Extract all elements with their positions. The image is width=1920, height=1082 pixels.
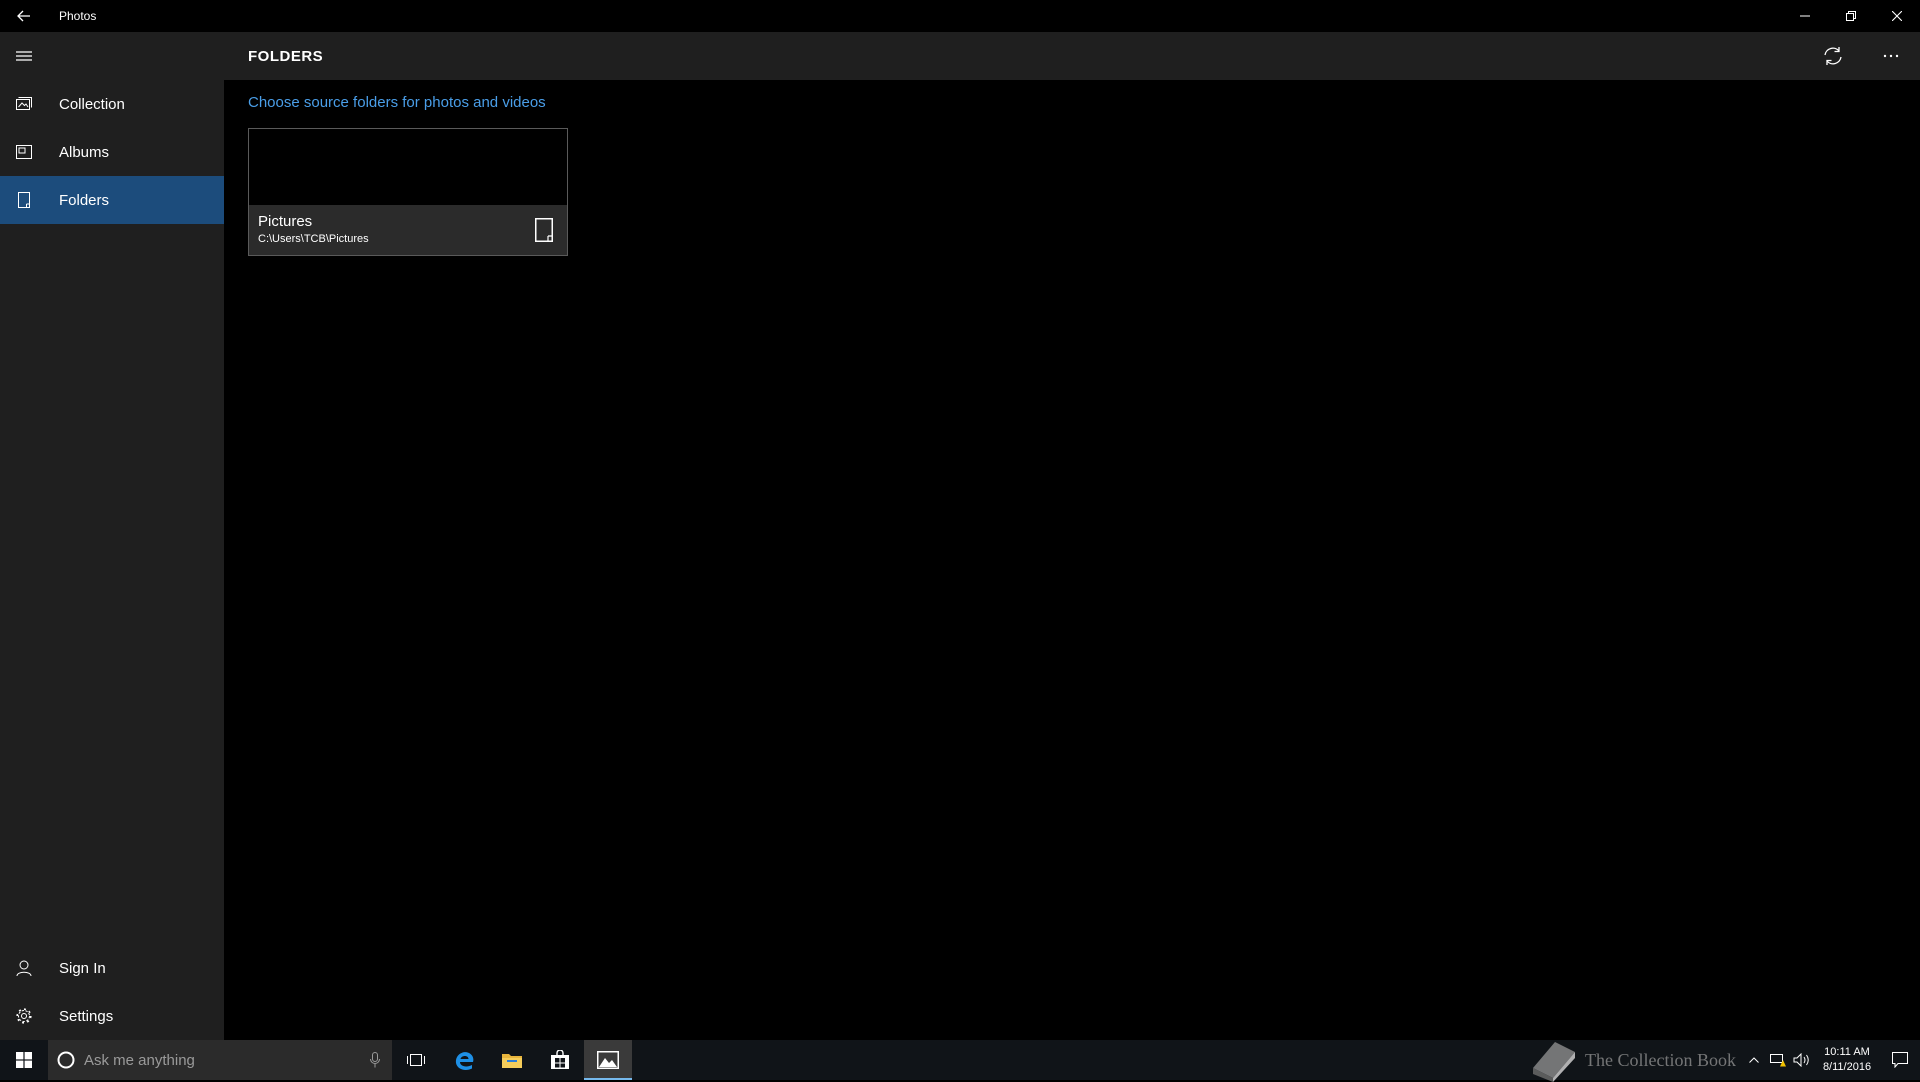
sidebar-item-label: Sign In [59, 959, 106, 977]
albums-icon [0, 128, 48, 176]
volume-control[interactable] [1790, 1040, 1814, 1080]
start-button[interactable] [0, 1040, 48, 1080]
edge-browser-icon [455, 1052, 474, 1070]
taskbar-photos[interactable] [584, 1040, 632, 1080]
title-bar: Photos [0, 0, 1920, 32]
minimize-icon [1800, 15, 1810, 17]
sidebar: Collection Albums Folders Sign In Settin… [0, 32, 224, 1040]
watermark: The Collection Book [1529, 1038, 1736, 1082]
more-options-button[interactable] [1862, 32, 1920, 80]
sidebar-item-sign-in[interactable]: Sign In [0, 944, 224, 992]
microphone-icon[interactable] [358, 1052, 392, 1068]
action-center-button[interactable] [1880, 1040, 1920, 1080]
sidebar-item-label: Settings [59, 1007, 114, 1025]
system-tray: The Collection Book 10:11 AM 8/11/2016 [1529, 1038, 1920, 1082]
taskbar-search-box[interactable]: Ask me anything [48, 1040, 392, 1080]
taskbar-file-explorer[interactable] [488, 1040, 536, 1080]
hamburger-menu-button[interactable] [0, 40, 48, 72]
close-button[interactable] [1874, 0, 1920, 32]
refresh-icon [1824, 47, 1842, 65]
action-center-icon [1892, 1052, 1908, 1068]
sidebar-item-label: Collection [59, 95, 125, 113]
sidebar-item-albums[interactable]: Albums [0, 128, 224, 176]
photos-app-icon [597, 1051, 619, 1069]
windows-logo-icon [16, 1052, 32, 1068]
taskbar-edge[interactable] [440, 1040, 488, 1080]
clock-time: 10:11 AM [1824, 1046, 1870, 1058]
folder-path: C:\Users\TCB\Pictures [258, 233, 369, 245]
folder-tile-icon [535, 218, 553, 242]
chevron-up-icon [1749, 1057, 1759, 1063]
clock-date: 8/11/2016 [1822, 1061, 1872, 1073]
gear-icon [0, 992, 48, 1040]
speaker-icon [1793, 1053, 1809, 1067]
taskbar: Ask me anything The Collection Book 10:1… [0, 1038, 1920, 1082]
page-header: FOLDERS [224, 32, 1920, 80]
close-icon [1892, 11, 1902, 21]
restore-icon [1846, 11, 1856, 21]
remove-folder-button[interactable] [533, 217, 555, 243]
folder-card[interactable]: Pictures C:\Users\TCB\Pictures [248, 128, 568, 256]
file-explorer-icon [502, 1054, 522, 1068]
task-view-button[interactable] [392, 1040, 440, 1080]
folder-thumbnail [249, 129, 567, 205]
folder-name: Pictures [258, 213, 313, 230]
back-button[interactable] [0, 0, 48, 32]
ellipsis-icon [1883, 54, 1899, 58]
sidebar-item-label: Folders [59, 191, 110, 209]
task-view-icon [407, 1054, 425, 1066]
taskbar-store[interactable] [536, 1040, 584, 1080]
hamburger-icon [16, 51, 32, 61]
store-bag-icon [551, 1050, 569, 1069]
sidebar-item-folders[interactable]: Folders [0, 176, 224, 224]
watermark-text: The Collection Book [1585, 1049, 1736, 1070]
sidebar-item-collection[interactable]: Collection [0, 80, 224, 128]
sidebar-item-settings[interactable]: Settings [0, 992, 224, 1040]
collection-icon [0, 80, 48, 128]
choose-source-folders-link[interactable]: Choose source folders for photos and vid… [248, 94, 546, 111]
book-logo-icon [1533, 1042, 1576, 1082]
refresh-button[interactable] [1804, 32, 1862, 80]
page-title: FOLDERS [248, 47, 324, 65]
folder-info: Pictures C:\Users\TCB\Pictures [249, 205, 567, 255]
network-status[interactable] [1766, 1040, 1790, 1080]
minimize-button[interactable] [1782, 0, 1828, 32]
person-icon [0, 944, 48, 992]
window-title: Photos [59, 9, 97, 23]
folders-icon [0, 176, 48, 224]
sidebar-item-label: Albums [59, 143, 110, 161]
restore-button[interactable] [1828, 0, 1874, 32]
network-warning-icon [1770, 1054, 1786, 1067]
show-hidden-icons-button[interactable] [1742, 1040, 1766, 1080]
search-placeholder: Ask me anything [84, 1051, 195, 1069]
system-clock[interactable]: 10:11 AM 8/11/2016 [1814, 1045, 1880, 1075]
back-arrow-icon [17, 10, 30, 22]
cortana-icon [48, 1051, 84, 1069]
